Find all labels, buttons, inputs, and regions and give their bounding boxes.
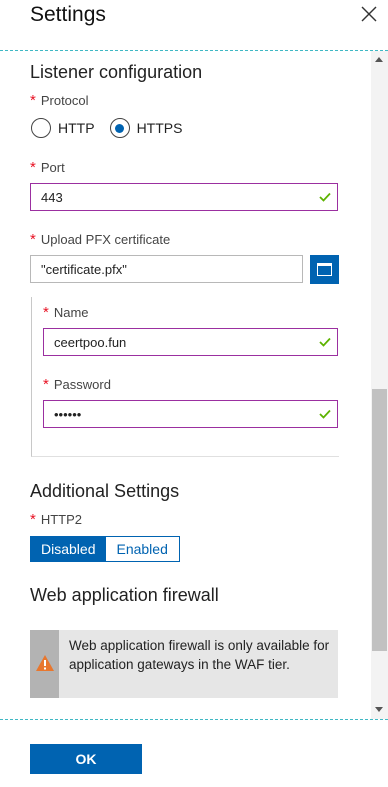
- password-input[interactable]: ••••••: [43, 400, 338, 428]
- scrollbar-thumb[interactable]: [372, 389, 387, 651]
- required-marker: *: [30, 511, 36, 528]
- radio-https[interactable]: [109, 118, 130, 138]
- footer-divider: [0, 719, 388, 720]
- listener-configuration-heading: Listener configuration: [30, 62, 203, 82]
- name-input[interactable]: ceertpoo.fun: [43, 328, 338, 356]
- http2-label: * HTTP2: [30, 511, 83, 528]
- waf-warning-banner: Web application firewall is only availab…: [30, 630, 338, 698]
- required-marker: *: [43, 304, 49, 321]
- radio-http-label[interactable]: HTTP: [58, 120, 95, 136]
- required-marker: *: [30, 92, 36, 109]
- scroll-down-icon[interactable]: [375, 707, 383, 712]
- radio-https-label[interactable]: HTTPS: [137, 120, 183, 136]
- valid-check-icon: [319, 337, 331, 347]
- required-marker: *: [43, 376, 49, 393]
- pfx-file-input[interactable]: "certificate.pfx": [30, 255, 303, 283]
- password-value: ••••••: [54, 407, 82, 422]
- required-marker: *: [30, 159, 36, 176]
- http2-toggle: Disabled Enabled: [30, 536, 180, 562]
- warning-icon: [36, 655, 54, 671]
- close-icon[interactable]: [359, 4, 379, 24]
- valid-check-icon: [319, 192, 331, 202]
- http2-enabled-option[interactable]: Enabled: [106, 537, 179, 561]
- page-title: Settings: [30, 3, 106, 26]
- http2-disabled-option[interactable]: Disabled: [31, 537, 107, 561]
- blade-header: Settings: [0, 0, 388, 50]
- port-label: * Port: [30, 159, 65, 176]
- port-value: 443: [41, 190, 63, 205]
- vertical-scrollbar[interactable]: [371, 51, 388, 719]
- pfx-file-value: "certificate.pfx": [41, 262, 127, 277]
- protocol-radio-group: HTTP HTTPS: [31, 117, 197, 139]
- additional-settings-heading: Additional Settings: [30, 481, 180, 501]
- browse-file-button[interactable]: [310, 255, 339, 284]
- pfx-label: * Upload PFX certificate: [30, 231, 171, 248]
- radio-http[interactable]: [31, 118, 51, 138]
- password-label: * Password: [43, 376, 111, 393]
- name-value: ceertpoo.fun: [54, 335, 127, 350]
- protocol-label: * Protocol: [30, 92, 89, 109]
- required-marker: *: [30, 231, 36, 248]
- folder-window-icon: [317, 263, 332, 276]
- valid-check-icon: [319, 409, 331, 419]
- waf-warning-text: Web application firewall is only availab…: [69, 638, 330, 672]
- waf-heading: Web application firewall: [30, 585, 219, 605]
- scroll-up-icon[interactable]: [375, 57, 383, 62]
- ok-button[interactable]: OK: [30, 744, 142, 774]
- port-input[interactable]: 443: [30, 183, 338, 211]
- settings-content: Listener configuration * Protocol HTTP HT…: [0, 51, 370, 719]
- name-label: * Name: [43, 304, 89, 321]
